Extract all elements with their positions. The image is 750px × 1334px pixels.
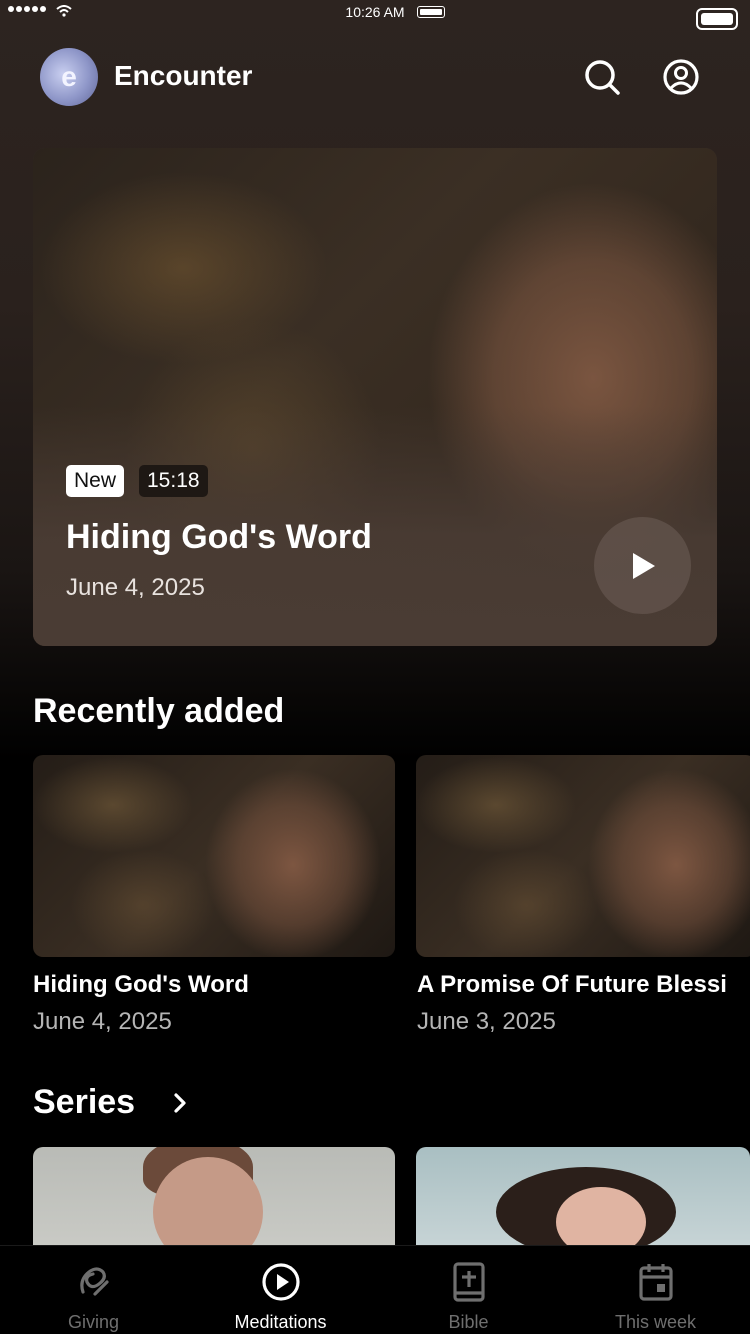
recent-item-title[interactable]: A Promise Of Future Blessi	[417, 971, 750, 999]
featured-title: Hiding God's Word	[66, 518, 372, 556]
profile-icon[interactable]	[662, 58, 700, 96]
search-icon[interactable]	[583, 58, 621, 96]
tab-bar: Giving Meditations Bible This week	[0, 1245, 750, 1334]
bible-icon	[452, 1262, 485, 1302]
tab-label: Meditations	[234, 1312, 327, 1332]
app-header: e Encounter	[0, 46, 750, 108]
app-logo[interactable]: e	[40, 48, 98, 106]
recent-item-title[interactable]: Hiding God's Word	[33, 971, 395, 999]
play-icon	[632, 552, 655, 579]
featured-date: June 4, 2025	[66, 574, 205, 601]
giving-icon	[79, 1267, 109, 1296]
series-heading[interactable]: Series	[33, 1083, 135, 1122]
recently-added-heading: Recently added	[33, 692, 285, 730]
play-button[interactable]	[594, 517, 691, 614]
tab-this-week[interactable]: This week	[562, 1246, 749, 1334]
play-circle-icon	[261, 1263, 300, 1301]
new-badge: New	[66, 465, 125, 497]
recent-item-thumbnail[interactable]	[416, 755, 750, 957]
logo-letter: e	[61, 61, 77, 92]
tab-meditations[interactable]: Meditations	[187, 1246, 374, 1334]
calendar-icon	[638, 1264, 673, 1301]
series-card[interactable]	[416, 1147, 750, 1247]
series-card[interactable]	[33, 1147, 395, 1247]
tab-bible[interactable]: Bible	[375, 1246, 562, 1334]
battery-icon	[417, 6, 445, 18]
status-bar: 10:26 AM	[0, 0, 750, 30]
tab-giving[interactable]: Giving	[0, 1246, 187, 1334]
tab-label: Bible	[448, 1312, 489, 1332]
app-title: Encounter	[114, 60, 253, 91]
chevron-right-icon[interactable]	[170, 1090, 190, 1116]
battery-icon	[696, 8, 738, 30]
tab-label: This week	[614, 1312, 697, 1332]
recent-item-date: June 4, 2025	[33, 1008, 172, 1035]
duration-badge: 15:18	[139, 465, 208, 497]
featured-meditation-card[interactable]: New 15:18 Hiding God's Word June 4, 2025	[33, 148, 717, 646]
recent-item-thumbnail[interactable]	[33, 755, 395, 957]
tab-label: Giving	[67, 1312, 120, 1332]
status-time: 10:26 AM	[345, 4, 405, 20]
recent-item-date: June 3, 2025	[417, 1008, 556, 1035]
